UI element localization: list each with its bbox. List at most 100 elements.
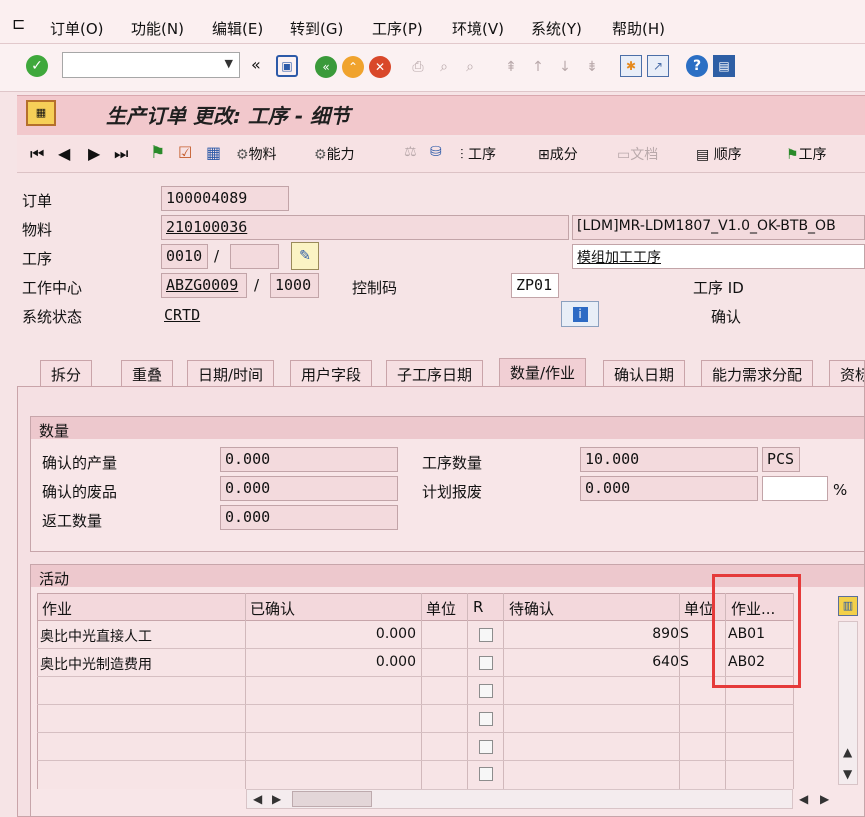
tab-dates[interactable]: 日期/时间 xyxy=(187,360,275,386)
tab-suboperation-dates[interactable]: 子工序日期 xyxy=(386,360,484,386)
material-label: 物料 xyxy=(22,221,53,239)
document-button: ▭文档 xyxy=(617,147,659,163)
cancel-icon[interactable]: ✕ xyxy=(369,56,391,78)
plant-field[interactable]: 1000 xyxy=(270,273,319,298)
dropdown-arrow-icon[interactable]: ▼ xyxy=(225,57,233,70)
material-field[interactable]: 210100036 xyxy=(161,215,569,240)
col-to-confirm[interactable]: 待确认 xyxy=(509,598,554,619)
scroll-right-right-icon[interactable]: ▶ xyxy=(820,792,829,806)
menu-operation[interactable]: 工序(P) xyxy=(372,18,423,39)
menu-icon[interactable]: ⊏ xyxy=(12,14,25,33)
suboperation-field[interactable] xyxy=(230,244,279,269)
checklist-icon[interactable]: ☑ xyxy=(178,143,192,162)
order-field[interactable]: 100004089 xyxy=(161,186,289,211)
layout-menu-icon[interactable]: ▤ xyxy=(713,55,735,77)
find-icon: ⌕ xyxy=(440,59,448,75)
collapse-icon[interactable]: « xyxy=(251,55,261,74)
col-r[interactable]: R xyxy=(473,598,483,616)
tab-qty-activities[interactable]: 数量/作业 xyxy=(499,358,587,388)
activity-row-5-checkbox[interactable] xyxy=(479,740,493,754)
confirmed-yield-label: 确认的产量 xyxy=(42,454,118,472)
activity-row-1-confirmed[interactable]: 0.000 xyxy=(250,626,416,642)
tab-overlap[interactable]: 重叠 xyxy=(121,360,174,386)
col-unit2[interactable]: 单位 xyxy=(684,598,714,619)
highlight-box xyxy=(712,574,801,688)
scroll-thumb[interactable] xyxy=(292,791,372,807)
menu-goto[interactable]: 转到(G) xyxy=(290,18,343,39)
activity-row-4-checkbox[interactable] xyxy=(479,712,493,726)
work-center-slash: / xyxy=(254,276,260,294)
system-status-value[interactable]: CRTD xyxy=(164,306,200,324)
scroll-right-icon[interactable]: ▶ xyxy=(272,792,281,806)
previous-icon[interactable]: ◀ xyxy=(58,144,70,163)
command-field[interactable]: ▼ xyxy=(62,52,240,78)
operation-label: 工序 xyxy=(22,250,53,268)
activity-row-3-checkbox[interactable] xyxy=(479,684,493,698)
operation-unit-field[interactable]: PCS xyxy=(762,447,800,472)
back-icon[interactable]: « xyxy=(315,56,337,78)
col-unit[interactable]: 单位 xyxy=(426,598,456,619)
confirmed-scrap-field[interactable]: 0.000 xyxy=(220,476,398,501)
tab-user-fields[interactable]: 用户字段 xyxy=(290,360,373,386)
print-icon: ⎙ xyxy=(412,59,424,75)
activity-row-2-pending[interactable]: 640 xyxy=(509,654,679,670)
edit-text-icon[interactable]: ✎ xyxy=(291,242,319,270)
menu-environment[interactable]: 环境(V) xyxy=(452,18,504,39)
table-settings-icon[interactable]: ▥ xyxy=(838,596,858,616)
menu-function[interactable]: 功能(N) xyxy=(131,18,184,39)
flag-icon[interactable]: ⚑ xyxy=(150,143,165,163)
activity-row-2-checkbox[interactable] xyxy=(479,656,493,670)
material-button[interactable]: ⚙物料 xyxy=(236,144,277,164)
enter-icon[interactable]: ✓ xyxy=(26,55,48,77)
operation-button[interactable]: ⫶ 工序 xyxy=(460,144,496,164)
first-icon[interactable]: ⏮ xyxy=(30,144,44,164)
operation-description[interactable]: 模组加工工序 xyxy=(572,244,865,269)
flag-op-icon: ⚑ xyxy=(786,147,799,163)
operation-field[interactable]: 0010 xyxy=(161,244,208,269)
tab-resources[interactable]: 资标 xyxy=(829,360,865,386)
sequence-button[interactable]: ▤ 顺序 xyxy=(696,144,742,164)
next-icon[interactable]: ▶ xyxy=(88,144,100,163)
capacity-button[interactable]: ⚙能力 xyxy=(314,144,355,164)
rework-field[interactable]: 0.000 xyxy=(220,505,398,530)
component-button[interactable]: ⊞成分 xyxy=(538,144,578,164)
menu-system[interactable]: 系统(Y) xyxy=(531,18,582,39)
page-title: 生产订单 更改: 工序 - 细节 xyxy=(106,104,351,128)
operation-icon: ⫶ xyxy=(460,147,464,163)
vertical-scrollbar[interactable] xyxy=(838,621,858,785)
scrap-percent-field[interactable] xyxy=(762,476,828,501)
tab-capacity-requirements[interactable]: 能力需求分配 xyxy=(701,360,814,386)
col-activity[interactable]: 作业 xyxy=(42,598,72,619)
sequence-icon: ▤ xyxy=(696,147,710,163)
activity-row-1-checkbox[interactable] xyxy=(479,628,493,642)
tab-split[interactable]: 拆分 xyxy=(40,360,93,386)
activity-row-2-confirmed[interactable]: 0.000 xyxy=(250,654,416,670)
menu-edit[interactable]: 编辑(E) xyxy=(212,18,263,39)
save-icon[interactable]: ▣ xyxy=(276,55,298,77)
scroll-down-icon[interactable]: ▼ xyxy=(843,767,852,781)
control-key-field[interactable]: ZP01 xyxy=(511,273,559,298)
work-center-field[interactable]: ABZG0009 xyxy=(161,273,247,298)
confirmed-yield-field[interactable]: 0.000 xyxy=(220,447,398,472)
exit-icon[interactable]: ⌃ xyxy=(342,56,364,78)
percent-label: % xyxy=(833,481,848,499)
help-icon[interactable]: ? xyxy=(686,55,708,77)
menu-order[interactable]: 订单(O) xyxy=(50,18,104,39)
new-session-icon[interactable]: ✱ xyxy=(620,55,642,77)
menu-help[interactable]: 帮助(H) xyxy=(612,18,665,39)
operation-qty-field[interactable]: 10.000 xyxy=(580,447,758,472)
col-confirmed[interactable]: 已确认 xyxy=(250,598,295,619)
routing-icon[interactable]: ⛁ xyxy=(430,144,442,160)
operation2-button[interactable]: ⚑工序 xyxy=(786,144,827,164)
shortcut-icon[interactable]: ↗ xyxy=(647,55,669,77)
scroll-left-icon[interactable]: ◀ xyxy=(253,792,262,806)
activity-row-1-pending[interactable]: 890 xyxy=(509,626,679,642)
planned-scrap-field[interactable]: 0.000 xyxy=(580,476,758,501)
scroll-left-right-icon[interactable]: ◀ xyxy=(799,792,808,806)
scroll-up-icon[interactable]: ▲ xyxy=(843,745,852,759)
info-button[interactable]: i xyxy=(561,301,599,327)
activity-row-6-checkbox[interactable] xyxy=(479,767,493,781)
calculator-icon[interactable]: ▦ xyxy=(206,143,221,162)
last-icon[interactable]: ⏭ xyxy=(114,144,128,164)
tab-confirmation-dates[interactable]: 确认日期 xyxy=(603,360,686,386)
